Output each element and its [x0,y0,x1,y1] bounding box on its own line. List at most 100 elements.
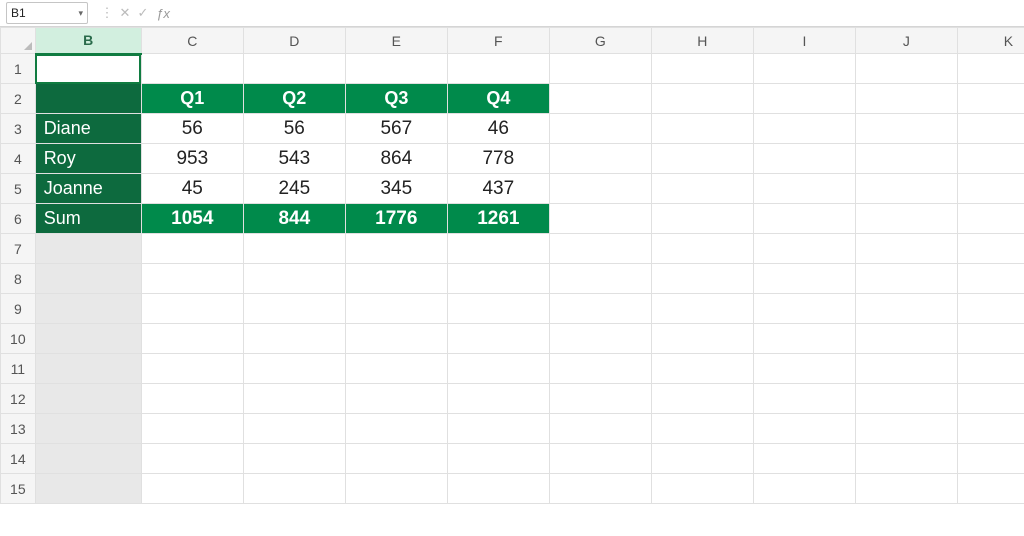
cell-E12[interactable] [345,384,447,414]
cell-K9[interactable] [957,294,1024,324]
cell-K7[interactable] [957,234,1024,264]
cell-H2[interactable] [651,84,753,114]
cell-D11[interactable] [243,354,345,384]
column-header-H[interactable]: H [651,28,753,54]
cell-I9[interactable] [753,294,855,324]
cell-I12[interactable] [753,384,855,414]
cell-B5[interactable]: Joanne [35,174,141,204]
cell-G10[interactable] [549,324,651,354]
cell-J4[interactable] [855,144,957,174]
cell-D9[interactable] [243,294,345,324]
cell-D1[interactable] [243,54,345,84]
cell-B9[interactable] [35,294,141,324]
cell-B10[interactable] [35,324,141,354]
row-header-1[interactable]: 1 [1,54,36,84]
cell-K15[interactable] [957,474,1024,504]
cell-I5[interactable] [753,174,855,204]
fx-icon[interactable]: ƒx [152,6,174,21]
row-header-8[interactable]: 8 [1,264,36,294]
cell-D3[interactable]: 56 [243,114,345,144]
cell-G15[interactable] [549,474,651,504]
cell-E10[interactable] [345,324,447,354]
row-header-14[interactable]: 14 [1,444,36,474]
cell-D5[interactable]: 245 [243,174,345,204]
cell-B7[interactable] [35,234,141,264]
cell-B3[interactable]: Diane [35,114,141,144]
cell-D10[interactable] [243,324,345,354]
row-header-2[interactable]: 2 [1,84,36,114]
cell-E15[interactable] [345,474,447,504]
select-all-triangle[interactable] [1,28,36,54]
cell-C1[interactable] [141,54,243,84]
cell-F11[interactable] [447,354,549,384]
cell-C14[interactable] [141,444,243,474]
cell-F3[interactable]: 46 [447,114,549,144]
cell-D14[interactable] [243,444,345,474]
cell-B4[interactable]: Roy [35,144,141,174]
cell-K3[interactable] [957,114,1024,144]
cell-K4[interactable] [957,144,1024,174]
cell-C7[interactable] [141,234,243,264]
row-header-9[interactable]: 9 [1,294,36,324]
cell-J14[interactable] [855,444,957,474]
formula-bar-menu-icon[interactable]: ⋮ [98,3,116,23]
row-header-4[interactable]: 4 [1,144,36,174]
cell-G6[interactable] [549,204,651,234]
cell-B12[interactable] [35,384,141,414]
cell-B11[interactable] [35,354,141,384]
cell-K13[interactable] [957,414,1024,444]
cell-G14[interactable] [549,444,651,474]
cell-K1[interactable] [957,54,1024,84]
cell-E14[interactable] [345,444,447,474]
cell-J5[interactable] [855,174,957,204]
cell-F1[interactable] [447,54,549,84]
cell-G7[interactable] [549,234,651,264]
cell-G1[interactable] [549,54,651,84]
cell-E6[interactable]: 1776 [345,204,447,234]
cell-E7[interactable] [345,234,447,264]
cell-E2[interactable]: Q3 [345,84,447,114]
cell-J6[interactable] [855,204,957,234]
cell-K11[interactable] [957,354,1024,384]
cell-D4[interactable]: 543 [243,144,345,174]
row-header-3[interactable]: 3 [1,114,36,144]
cell-F15[interactable] [447,474,549,504]
cell-J11[interactable] [855,354,957,384]
cell-H10[interactable] [651,324,753,354]
cell-B15[interactable] [35,474,141,504]
cell-C11[interactable] [141,354,243,384]
cell-C9[interactable] [141,294,243,324]
cell-F5[interactable]: 437 [447,174,549,204]
cell-F9[interactable] [447,294,549,324]
cell-G4[interactable] [549,144,651,174]
cell-J12[interactable] [855,384,957,414]
cell-D12[interactable] [243,384,345,414]
cell-I4[interactable] [753,144,855,174]
cell-J15[interactable] [855,474,957,504]
cell-F10[interactable] [447,324,549,354]
cell-G3[interactable] [549,114,651,144]
worksheet-grid[interactable]: B C D E F G H I J K 1 2 [0,27,1024,536]
cell-G5[interactable] [549,174,651,204]
cell-E5[interactable]: 345 [345,174,447,204]
cell-C2[interactable]: Q1 [141,84,243,114]
column-header-K[interactable]: K [957,28,1024,54]
column-header-I[interactable]: I [753,28,855,54]
cell-I3[interactable] [753,114,855,144]
cell-K14[interactable] [957,444,1024,474]
column-header-B[interactable]: B [35,28,141,54]
cell-C10[interactable] [141,324,243,354]
cell-G9[interactable] [549,294,651,324]
row-header-11[interactable]: 11 [1,354,36,384]
row-header-12[interactable]: 12 [1,384,36,414]
cell-F13[interactable] [447,414,549,444]
column-header-G[interactable]: G [549,28,651,54]
cell-G8[interactable] [549,264,651,294]
cell-B14[interactable] [35,444,141,474]
cell-D7[interactable] [243,234,345,264]
cell-J9[interactable] [855,294,957,324]
cell-K5[interactable] [957,174,1024,204]
cell-C6[interactable]: 1054 [141,204,243,234]
row-header-10[interactable]: 10 [1,324,36,354]
cell-H3[interactable] [651,114,753,144]
